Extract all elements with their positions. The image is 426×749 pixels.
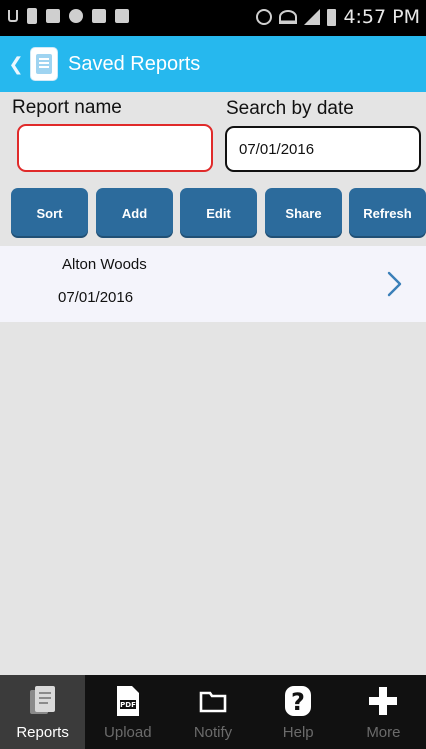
- tab-notify[interactable]: Notify: [170, 675, 255, 749]
- battery-icon: [327, 8, 337, 26]
- bottom-nav: Reports PDF Upload Notify ? Help More: [0, 675, 426, 749]
- list-item[interactable]: Alton Woods 07/01/2016: [0, 246, 426, 322]
- tab-upload[interactable]: PDF Upload: [85, 675, 170, 749]
- tab-label: More: [366, 724, 401, 741]
- alarm-icon: [256, 9, 273, 25]
- message-icon: [115, 9, 129, 23]
- signal-icon: [304, 9, 321, 25]
- system-icons: 4:57 PM: [256, 6, 420, 28]
- svg-text:?: ?: [291, 688, 305, 716]
- app-bar: ❮ Saved Reports: [0, 36, 426, 92]
- folder-icon: [196, 683, 230, 719]
- tab-help[interactable]: ? Help: [256, 675, 341, 749]
- tab-reports[interactable]: Reports: [0, 675, 86, 749]
- report-name-label: Report name: [12, 97, 122, 118]
- chat-icon: [69, 9, 83, 23]
- usb-icon: [8, 10, 18, 22]
- add-button[interactable]: Add: [96, 188, 173, 238]
- notification-icons: [8, 8, 129, 24]
- report-item-name: Alton Woods: [62, 256, 147, 273]
- tab-more[interactable]: More: [341, 675, 426, 749]
- sort-button[interactable]: Sort: [11, 188, 88, 238]
- plus-icon: [366, 683, 400, 719]
- tab-label: Upload: [104, 724, 152, 741]
- status-bar: 4:57 PM: [0, 0, 426, 36]
- edit-button[interactable]: Edit: [180, 188, 257, 238]
- tab-label: Reports: [16, 724, 69, 741]
- search-date-input[interactable]: 07/01/2016: [225, 126, 421, 172]
- svg-text:PDF: PDF: [120, 701, 136, 709]
- report-app-icon: [30, 47, 58, 81]
- share-button[interactable]: Share: [265, 188, 342, 238]
- image-icon: [46, 9, 60, 23]
- page-title: Saved Reports: [68, 52, 201, 75]
- report-item-date: 07/01/2016: [58, 289, 134, 306]
- search-date-label: Search by date: [226, 98, 354, 119]
- battery-saver-icon: [27, 8, 37, 24]
- report-name-input[interactable]: [17, 124, 213, 172]
- pdf-icon: PDF: [111, 683, 145, 719]
- reports-icon: [26, 683, 60, 719]
- refresh-button[interactable]: Refresh: [349, 188, 426, 238]
- wifi-icon: [279, 10, 298, 24]
- status-time: 4:57 PM: [343, 6, 420, 28]
- help-icon: ?: [281, 683, 315, 719]
- chevron-right-icon: [387, 271, 402, 297]
- chevron-left-icon[interactable]: ❮: [6, 36, 26, 92]
- tab-label: Help: [282, 724, 314, 741]
- tab-label: Notify: [193, 724, 233, 741]
- gmail-icon: [92, 9, 106, 23]
